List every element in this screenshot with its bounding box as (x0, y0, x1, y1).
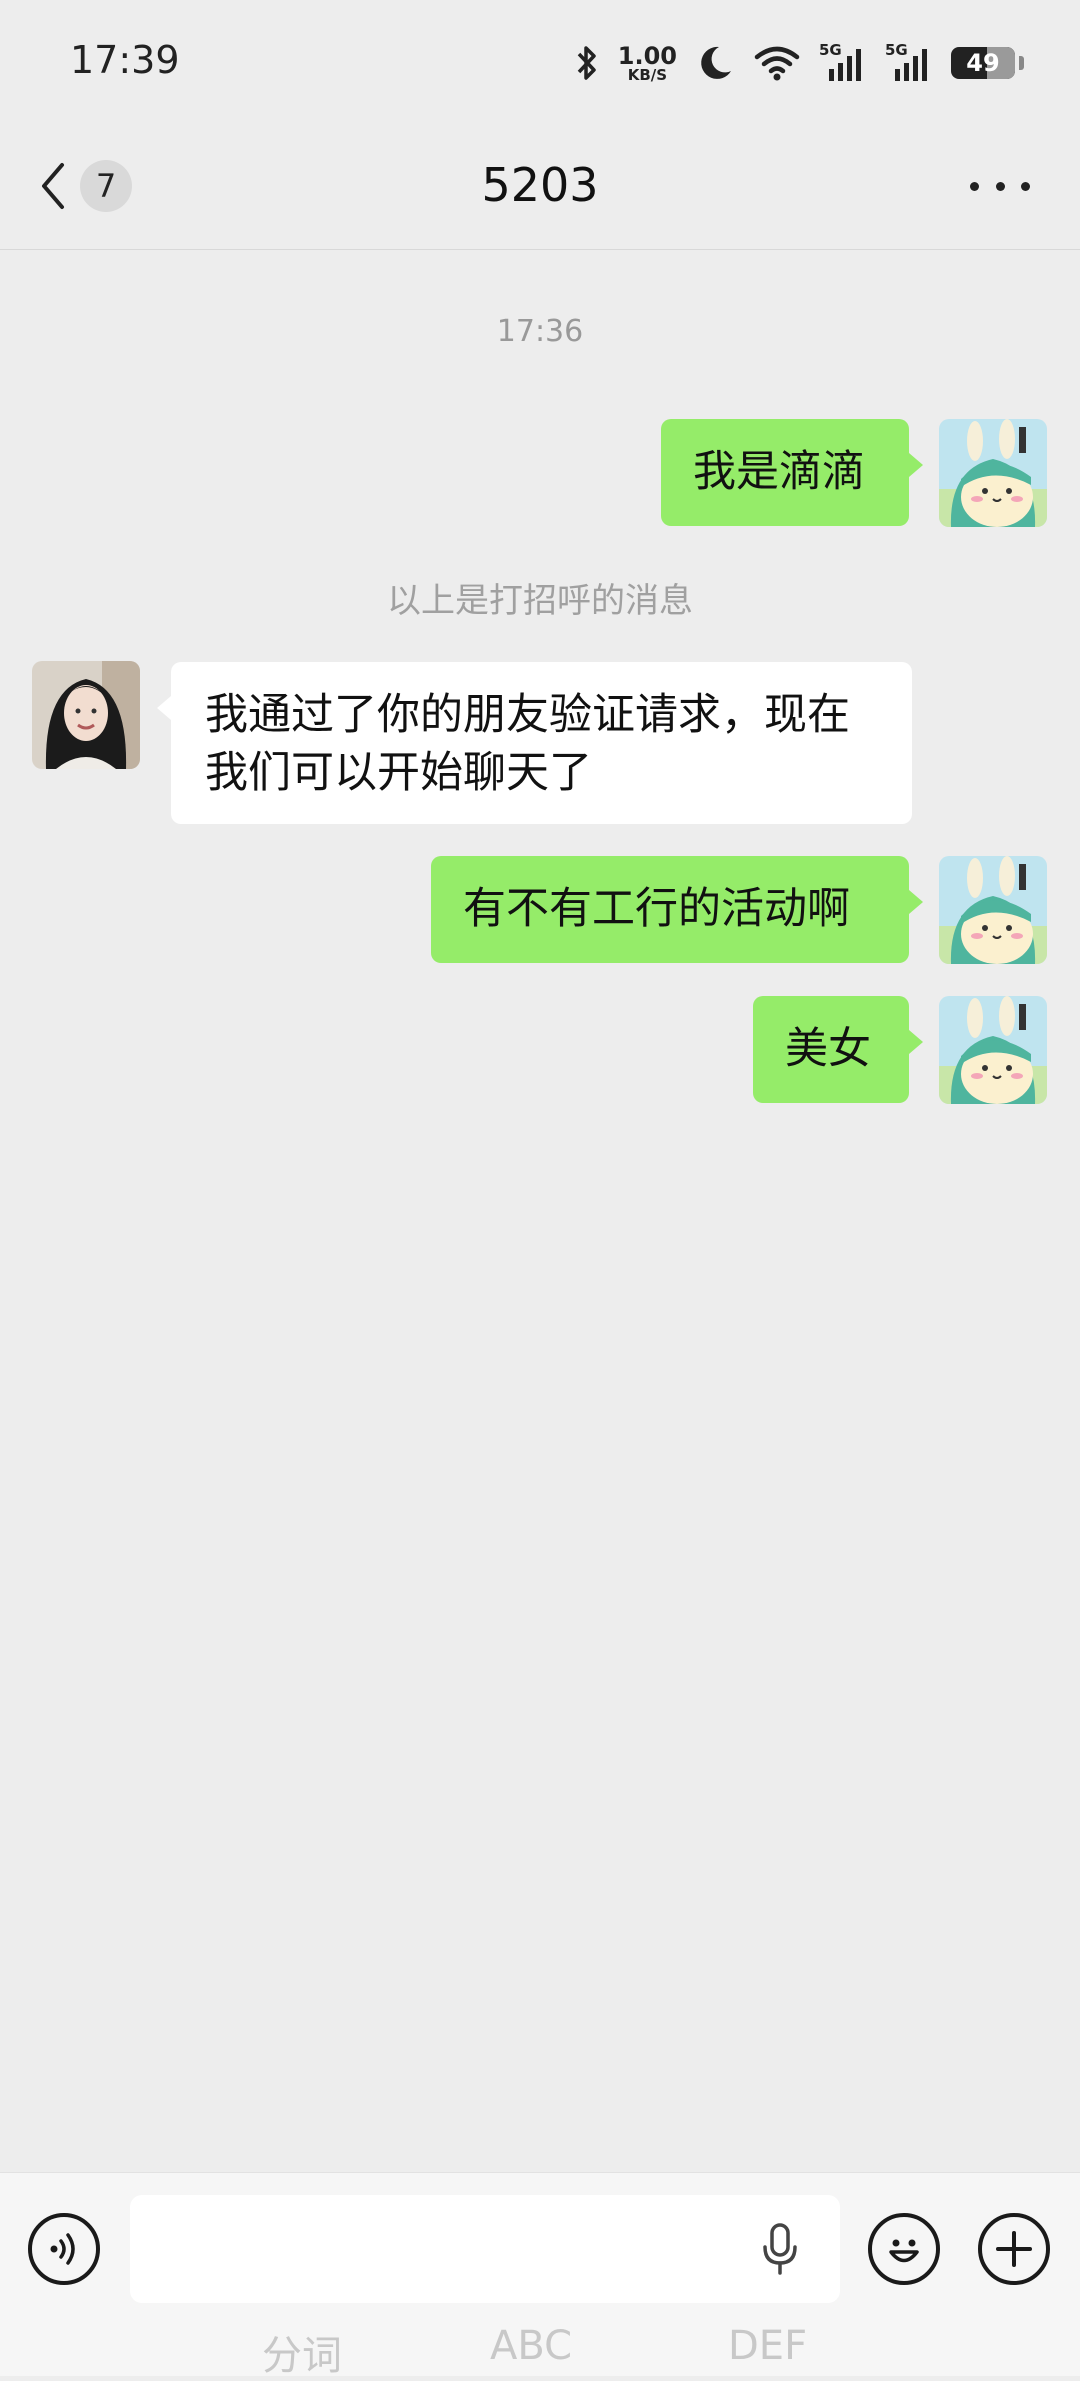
message-bubble-outgoing[interactable]: 有不有工行的活动啊 (431, 856, 923, 963)
more-options-button[interactable] (970, 164, 1030, 208)
input-bar: 分词 ABC DEF (0, 2172, 1080, 2379)
do-not-disturb-moon-icon (695, 43, 735, 83)
my-avatar[interactable] (939, 419, 1047, 527)
message-bubble-outgoing[interactable]: 美女 (753, 996, 923, 1103)
emoji-button[interactable] (868, 2213, 940, 2285)
message-bubble-outgoing[interactable]: 我是滴滴 (661, 419, 923, 526)
microphone-icon[interactable] (760, 2221, 800, 2281)
my-avatar[interactable] (939, 856, 1047, 964)
chat-title: 5203 (481, 158, 599, 212)
contact-avatar[interactable] (32, 661, 140, 769)
anime-rabbit-avatar-icon (939, 419, 1047, 527)
anime-rabbit-avatar-icon (939, 996, 1047, 1104)
more-dot-icon (995, 181, 1005, 191)
my-avatar[interactable] (939, 996, 1047, 1104)
more-dot-icon (1021, 181, 1030, 191)
status-icons: 1.00 KB/S 5G 5G 49 (574, 36, 1024, 90)
keyboard-hint-abc: ABC (490, 2323, 573, 2369)
message-input[interactable] (130, 2195, 840, 2303)
cellular-signal-icon: 5G (819, 41, 867, 83)
more-functions-plus-button[interactable] (978, 2213, 1050, 2285)
smiley-face-icon (889, 2239, 919, 2263)
status-bar: 17:39 1.00 KB/S 5G 5G 49 (0, 0, 1080, 120)
wifi-icon (753, 43, 801, 83)
battery-tip (1019, 56, 1024, 70)
message-bubble-incoming[interactable]: 我通过了你的朋友验证请求，现在我们可以开始聊天了 (157, 662, 912, 824)
message-timestamp: 17:36 (496, 314, 584, 349)
plus-icon (996, 2231, 1032, 2267)
more-dot-icon (970, 181, 979, 191)
keyboard-hint-def: DEF (728, 2323, 808, 2369)
voice-input-button[interactable] (28, 2213, 100, 2285)
keyboard-hint-fenci: 分词 (262, 2333, 342, 2379)
anime-rabbit-avatar-icon (939, 856, 1047, 964)
contact-photo-icon (32, 661, 140, 769)
voice-wave-icon (50, 2233, 75, 2265)
network-speed: 1.00 KB/S (617, 41, 677, 84)
status-time: 17:39 (70, 38, 180, 82)
chat-header: 7 5203 (0, 120, 1080, 250)
bluetooth-icon (574, 43, 600, 83)
battery-indicator: 49 (951, 47, 1015, 79)
cellular-signal-icon: 5G (885, 41, 933, 83)
greeting-notice: 以上是打招呼的消息 (387, 581, 693, 621)
